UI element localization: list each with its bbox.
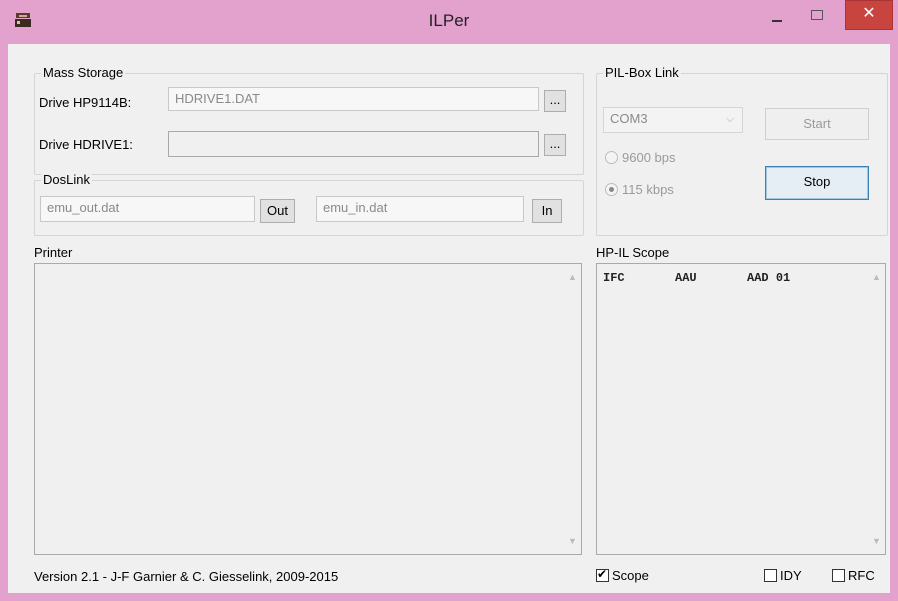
- doslink-in-button[interactable]: In: [532, 199, 562, 223]
- com-port-value: COM3: [610, 111, 648, 126]
- baud-9600-radio[interactable]: 9600 bps: [605, 150, 676, 165]
- scope-line: IFC AAU AAD 01: [603, 271, 791, 285]
- start-button[interactable]: Start: [765, 108, 869, 140]
- doslink-in-file-field[interactable]: emu_in.dat: [316, 196, 524, 222]
- close-button[interactable]: ✕: [845, 0, 893, 30]
- maximize-button[interactable]: [794, 0, 840, 30]
- printer-label: Printer: [34, 245, 73, 260]
- scope-label: HP-IL Scope: [596, 245, 670, 260]
- title-bar: ILPer ✕: [0, 0, 898, 44]
- doslink-out-button[interactable]: Out: [260, 199, 295, 223]
- scope-checkbox-label: Scope: [612, 568, 649, 583]
- scope-checkbox[interactable]: Scope: [596, 567, 649, 583]
- maximize-icon: [811, 10, 823, 20]
- printer-scrollbar[interactable]: ▲ ▼: [564, 264, 581, 554]
- stop-button[interactable]: Stop: [765, 166, 869, 200]
- doslink-legend: DosLink: [41, 172, 92, 187]
- scope-output[interactable]: IFC AAU AAD 01 ▲ ▼: [596, 263, 886, 555]
- minimize-icon: [772, 20, 782, 22]
- drive1-field[interactable]: HDRIVE1.DAT: [168, 87, 539, 111]
- radio-icon: [605, 151, 618, 164]
- idy-checkbox-label: IDY: [780, 568, 802, 583]
- radio-selected-icon: [605, 183, 618, 196]
- close-icon: ✕: [862, 5, 876, 22]
- main-panel: Mass Storage Drive HP9114B: HDRIVE1.DAT …: [8, 44, 890, 593]
- pilbox-legend: PIL-Box Link: [603, 65, 681, 80]
- drive2-browse-button[interactable]: ...: [544, 134, 566, 156]
- scroll-up-icon[interactable]: ▲: [568, 272, 577, 282]
- baud-9600-label: 9600 bps: [622, 150, 676, 165]
- checkbox-checked-icon: [596, 567, 609, 582]
- scroll-up-icon[interactable]: ▲: [872, 272, 881, 282]
- checkbox-icon: [832, 569, 845, 582]
- chevron-down-icon: ⌵: [726, 114, 734, 125]
- drive2-field[interactable]: [168, 131, 539, 157]
- version-text: Version 2.1 - J-F Garnier & C. Giesselin…: [34, 569, 339, 584]
- idy-checkbox[interactable]: IDY: [764, 568, 802, 583]
- drive1-label: Drive HP9114B:: [39, 95, 132, 110]
- drive1-browse-button[interactable]: ...: [544, 90, 566, 112]
- baud-115k-label: 115 kbps: [622, 182, 674, 197]
- baud-115k-radio[interactable]: 115 kbps: [605, 182, 674, 197]
- rfc-checkbox[interactable]: RFC: [832, 568, 875, 583]
- mass-storage-legend: Mass Storage: [41, 65, 126, 80]
- drive2-label: Drive HDRIVE1:: [39, 137, 133, 152]
- scroll-down-icon[interactable]: ▼: [568, 536, 577, 546]
- printer-output[interactable]: ▲ ▼: [34, 263, 582, 555]
- scroll-down-icon[interactable]: ▼: [872, 536, 881, 546]
- checkbox-icon: [764, 569, 777, 582]
- minimize-button[interactable]: [760, 0, 794, 30]
- com-port-select[interactable]: COM3 ⌵: [603, 107, 743, 133]
- scope-scrollbar[interactable]: ▲ ▼: [868, 264, 885, 554]
- rfc-checkbox-label: RFC: [848, 568, 875, 583]
- doslink-out-file-field[interactable]: emu_out.dat: [40, 196, 255, 222]
